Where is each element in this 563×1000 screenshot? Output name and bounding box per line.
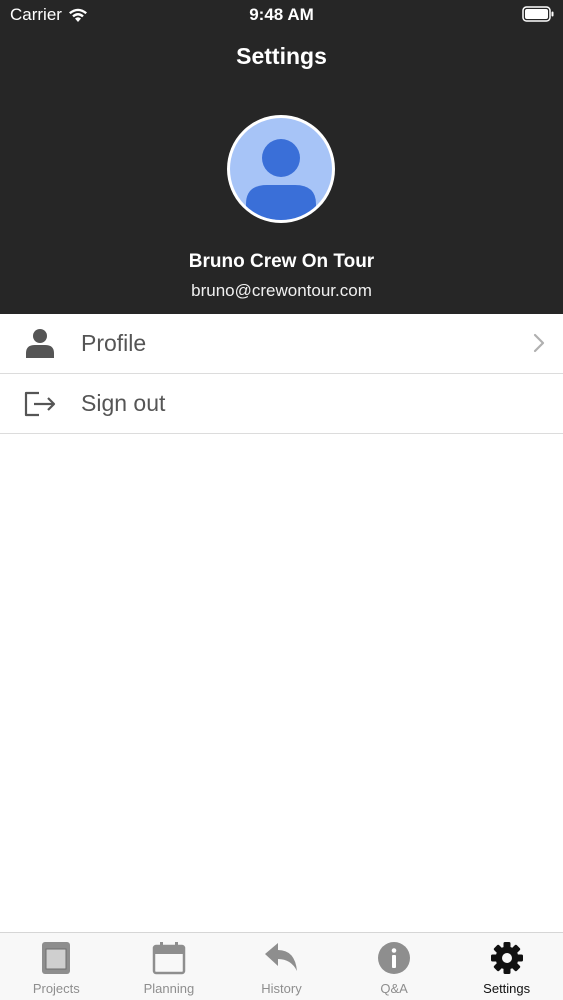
status-time: 9:48 AM — [249, 5, 314, 24]
status-bar: Carrier 9:48 AM — [0, 0, 563, 30]
history-icon — [265, 943, 298, 971]
avatar[interactable] — [227, 115, 335, 223]
calendar-icon — [152, 942, 186, 975]
tab-label: History — [261, 981, 302, 996]
tab-label: Planning — [143, 981, 195, 996]
user-name: Bruno Crew On Tour — [188, 251, 375, 272]
person-icon — [26, 329, 54, 358]
user-email: bruno@crewontour.com — [191, 281, 372, 300]
tab-bar: Projects Planning History Q&A Settings — [0, 932, 563, 1000]
settings-menu: Profile Sign out — [0, 314, 563, 434]
tab-label: Settings — [483, 981, 531, 996]
tab-planning[interactable]: Planning — [113, 933, 226, 1000]
tab-settings[interactable]: Settings — [450, 933, 563, 1000]
menu-item-profile[interactable]: Profile — [0, 314, 563, 374]
chevron-right-icon — [533, 333, 545, 353]
tab-projects[interactable]: Projects — [0, 933, 113, 1000]
gear-icon — [490, 942, 523, 974]
menu-item-label: Sign out — [81, 390, 166, 416]
header: Carrier 9:48 AM Settings Bruno Crew On T… — [0, 0, 563, 314]
page-title: Settings — [236, 43, 327, 69]
projects-icon — [42, 942, 71, 974]
sign-out-icon — [24, 391, 56, 417]
menu-item-label: Profile — [81, 330, 147, 356]
tab-label: Q&A — [380, 981, 408, 996]
user-avatar-icon — [230, 118, 332, 220]
info-icon — [378, 942, 411, 974]
tab-label: Projects — [32, 981, 80, 996]
tab-qa[interactable]: Q&A — [338, 933, 451, 1000]
tab-history[interactable]: History — [225, 933, 338, 1000]
menu-item-sign-out[interactable]: Sign out — [0, 374, 563, 434]
battery-icon — [522, 6, 554, 22]
